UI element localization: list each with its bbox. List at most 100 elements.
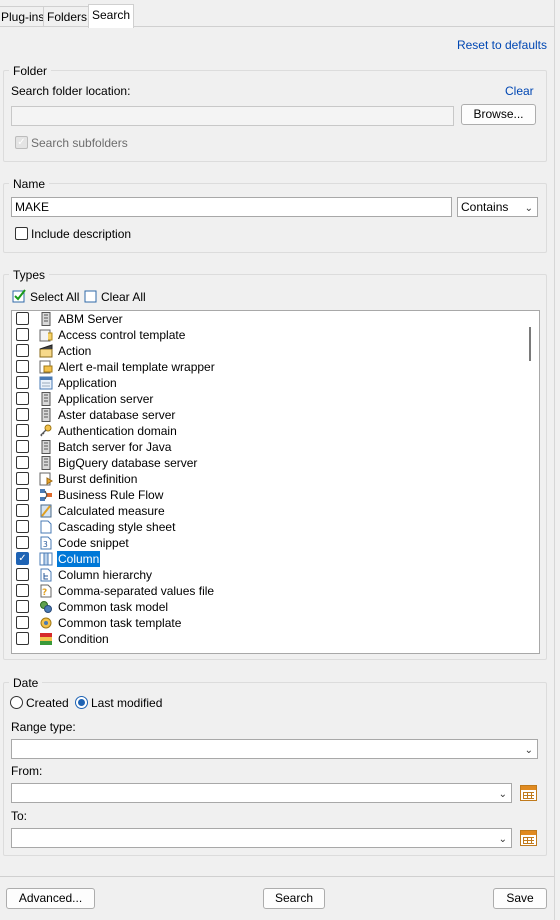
type-checkbox[interactable]	[16, 504, 29, 517]
type-checkbox[interactable]	[16, 584, 29, 597]
name-input[interactable]: MAKE	[11, 197, 452, 217]
tab-folders[interactable]: Folders	[43, 6, 92, 27]
server-icon	[39, 440, 53, 454]
browse-button[interactable]: Browse...	[461, 104, 536, 125]
type-checkbox[interactable]	[16, 360, 29, 373]
type-list-item[interactable]: Application	[12, 375, 522, 391]
types-list-scrollbar[interactable]	[529, 327, 531, 361]
types-list[interactable]: ABM Server Access control template Action A…	[11, 310, 540, 654]
type-list-item[interactable]: Action	[12, 343, 522, 359]
server-icon	[39, 392, 53, 406]
clear-all-icon[interactable]	[84, 290, 97, 303]
search-subfolders-label: Search subfolders	[31, 136, 128, 150]
type-list-item[interactable]: Common task template	[12, 615, 522, 631]
calendar-icon[interactable]	[520, 785, 537, 801]
type-list-item[interactable]: Alert e-mail template wrapper	[12, 359, 522, 375]
type-checkbox[interactable]	[16, 536, 29, 549]
select-all-icon[interactable]	[12, 289, 26, 303]
type-label: Action	[58, 344, 92, 358]
to-label: To:	[11, 809, 28, 823]
match-mode-value: Contains	[461, 200, 509, 214]
type-list-item[interactable]: Calculated measure	[12, 503, 522, 519]
type-list-item[interactable]: ✓ Column	[12, 551, 522, 567]
type-label: Authentication domain	[58, 424, 177, 438]
advanced-button[interactable]: Advanced...	[6, 888, 95, 909]
type-list-item[interactable]: Aster database server	[12, 407, 522, 423]
to-date-select[interactable]: ⌄	[11, 828, 512, 848]
tab-plugins[interactable]: Plug-ins	[0, 6, 49, 27]
clear-folder-link[interactable]: Clear	[505, 84, 534, 98]
type-checkbox[interactable]	[16, 376, 29, 389]
type-list-item[interactable]: Application server	[12, 391, 522, 407]
type-checkbox[interactable]	[16, 616, 29, 629]
calendar-icon-grid	[523, 837, 534, 844]
type-list-item[interactable]: ? Comma-separated values file	[12, 583, 522, 599]
type-list-item[interactable]: Batch server for Java	[12, 439, 522, 455]
type-list-item[interactable]: BigQuery database server	[12, 455, 522, 471]
csv-file-icon: ?	[39, 584, 53, 598]
type-label: Batch server for Java	[58, 440, 172, 454]
range-type-label: Range type:	[11, 720, 76, 734]
from-date-select[interactable]: ⌄	[11, 783, 512, 803]
document-icon	[39, 520, 53, 534]
range-type-select[interactable]: ⌄	[11, 739, 538, 759]
type-list-item[interactable]: Authentication domain	[12, 423, 522, 439]
created-radio[interactable]	[10, 696, 23, 709]
type-label: Column	[57, 551, 101, 567]
type-label: Comma-separated values file	[58, 584, 215, 598]
reset-to-defaults-link[interactable]: Reset to defaults	[457, 38, 547, 52]
type-checkbox[interactable]	[16, 456, 29, 469]
type-label: Condition	[58, 632, 109, 646]
tab-search[interactable]: Search	[88, 4, 135, 28]
select-all-link[interactable]: Select All	[30, 290, 79, 304]
save-button[interactable]: Save	[493, 888, 547, 909]
type-label: Access control template	[58, 328, 186, 342]
search-button[interactable]: Search	[263, 888, 325, 909]
match-mode-select[interactable]: Contains ⌄	[457, 197, 538, 217]
type-checkbox[interactable]	[16, 520, 29, 533]
type-checkbox[interactable]	[16, 424, 29, 437]
task-template-icon	[39, 616, 53, 630]
tab-folders-label: Folders	[47, 10, 88, 24]
type-checkbox[interactable]	[16, 344, 29, 357]
column-icon	[39, 552, 53, 566]
clear-all-link[interactable]: Clear All	[101, 290, 146, 304]
chevron-down-icon: ⌄	[524, 745, 533, 756]
type-checkbox[interactable]	[16, 472, 29, 485]
type-checkbox[interactable]	[16, 568, 29, 581]
type-list-item[interactable]: Common task model	[12, 599, 522, 615]
include-description-checkbox[interactable]	[15, 227, 28, 240]
type-label: Burst definition	[58, 472, 138, 486]
type-list-item[interactable]: Column hierarchy	[12, 567, 522, 583]
type-list-item[interactable]: ABM Server	[12, 311, 522, 327]
type-label: Application	[58, 376, 117, 390]
access-template-icon	[39, 328, 53, 342]
task-model-icon	[39, 600, 53, 614]
type-checkbox[interactable]	[16, 392, 29, 405]
type-list-item[interactable]: 3 Code snippet	[12, 535, 522, 551]
type-checkbox[interactable]	[16, 600, 29, 613]
action-icon	[39, 344, 53, 358]
last-modified-radio[interactable]	[75, 696, 88, 709]
type-checkbox[interactable]	[16, 408, 29, 421]
type-list-item[interactable]: Access control template	[12, 327, 522, 343]
svg-text:3: 3	[43, 540, 48, 549]
type-checkbox[interactable]	[16, 488, 29, 501]
type-checkbox[interactable]	[16, 328, 29, 341]
calendar-icon[interactable]	[520, 830, 537, 846]
calculator-icon	[39, 504, 53, 518]
type-checkbox[interactable]	[16, 440, 29, 453]
type-list-item[interactable]: Condition	[12, 631, 522, 647]
type-list-item[interactable]: Cascading style sheet	[12, 519, 522, 535]
type-checkbox[interactable]	[16, 632, 29, 645]
burst-icon	[39, 472, 53, 486]
search-subfolders-checkbox[interactable]: ✓	[15, 136, 28, 149]
rule-flow-icon	[39, 488, 53, 502]
type-list-item[interactable]: Business Rule Flow	[12, 487, 522, 503]
type-checkbox[interactable]	[16, 312, 29, 325]
folder-location-input[interactable]	[11, 106, 454, 126]
type-checkbox[interactable]: ✓	[16, 552, 29, 565]
server-icon	[39, 312, 53, 326]
type-list-item[interactable]: Burst definition	[12, 471, 522, 487]
tab-bar: Plug-ins Folders Search	[0, 0, 560, 28]
